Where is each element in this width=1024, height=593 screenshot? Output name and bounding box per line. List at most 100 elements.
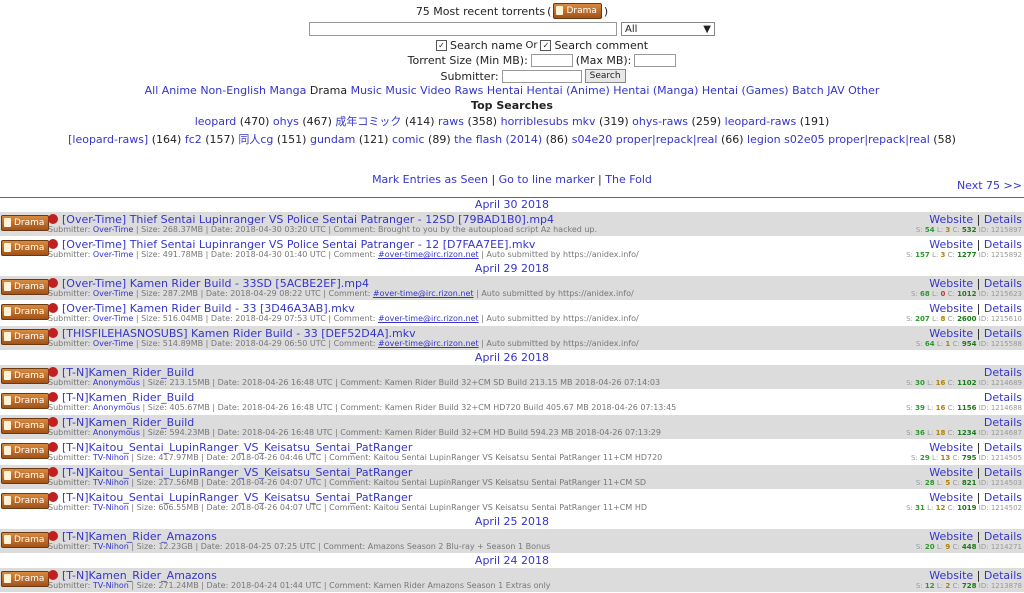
website-link[interactable]: Website — [929, 491, 973, 504]
fold-link[interactable]: The Fold — [605, 173, 652, 186]
details-link[interactable]: Details — [984, 416, 1022, 429]
website-link[interactable]: Website — [929, 530, 973, 543]
top-search-term[interactable]: horriblesubs mkv — [501, 115, 596, 128]
submitter-link[interactable]: TV-Nihon — [93, 453, 129, 462]
details-link[interactable]: Details — [984, 277, 1022, 290]
size-label: Size: — [141, 225, 161, 234]
submitter-input[interactable] — [501, 69, 582, 83]
comment-link[interactable]: #over-time@irc.rizon.net — [378, 339, 479, 348]
top-search-term[interactable]: raws — [438, 115, 464, 128]
category-link[interactable]: Hentai — [487, 84, 523, 97]
submitter-link[interactable]: Anonymous — [93, 378, 140, 387]
comment-link[interactable]: #over-time@irc.rizon.net — [378, 314, 479, 323]
website-link[interactable]: Website — [929, 277, 973, 290]
min-size-input[interactable] — [530, 54, 573, 67]
size-value: 405.67MB — [169, 403, 210, 412]
drama-category-badge[interactable]: Drama — [1, 468, 50, 484]
top-search-term[interactable]: comic — [392, 133, 425, 146]
drama-category-badge[interactable]: Drama — [1, 279, 50, 295]
drama-category-badge[interactable]: Drama — [1, 443, 50, 459]
submitter-link[interactable]: TV-Nihon — [93, 478, 129, 487]
search-name-checkbox[interactable]: ✓ — [435, 39, 447, 51]
top-search-count: (414) — [404, 115, 435, 128]
max-size-input[interactable] — [634, 54, 677, 67]
submitter-label: Submitter: — [48, 453, 93, 462]
category-link[interactable]: Manga — [269, 84, 306, 97]
website-link[interactable]: Website — [929, 302, 973, 315]
website-link[interactable]: Website — [929, 569, 973, 582]
top-search-term[interactable]: leopard — [195, 115, 237, 128]
submitter-link[interactable]: TV-Nihon — [93, 542, 129, 551]
category-link[interactable]: Hentai (Anime) — [527, 84, 610, 97]
drama-category-badge[interactable]: Drama — [553, 3, 602, 19]
drama-category-badge[interactable]: Drama — [1, 418, 50, 434]
top-search-term[interactable]: gundam — [310, 133, 355, 146]
submitter-link[interactable]: Anonymous — [93, 403, 140, 412]
top-search-term[interactable]: legion s02e05 proper|repack|real — [747, 133, 930, 146]
category-link[interactable]: JAV — [827, 84, 844, 97]
search-input[interactable] — [309, 22, 617, 36]
website-link[interactable]: Website — [929, 238, 973, 251]
top-search-term[interactable]: [leopard-raws] — [68, 133, 148, 146]
next-page-link[interactable]: Next 75 >> — [957, 179, 1022, 192]
comment-link[interactable]: #over-time@irc.rizon.net — [373, 289, 474, 298]
search-button[interactable]: Search — [584, 69, 626, 83]
comment-link[interactable]: #over-time@irc.rizon.net — [378, 250, 479, 259]
top-search-term[interactable]: ohys — [273, 115, 299, 128]
torrent-meta: Submitter: TV-Nihon | Size: 217.56MB | D… — [48, 478, 647, 487]
details-link[interactable]: Details — [984, 569, 1022, 582]
submitter-link[interactable]: Anonymous — [93, 428, 140, 437]
top-search-term[interactable]: 成年コミック — [335, 115, 401, 128]
category-select[interactable]: All ▼ — [621, 22, 715, 36]
drama-category-badge[interactable]: Drama — [1, 571, 50, 587]
details-link[interactable]: Details — [984, 441, 1022, 454]
top-search-term[interactable]: ohys-raws — [632, 115, 688, 128]
website-link[interactable]: Website — [929, 327, 973, 340]
drama-category-badge[interactable]: Drama — [1, 393, 50, 409]
top-search-term[interactable]: 同人cg — [238, 133, 273, 146]
website-link[interactable]: Website — [929, 441, 973, 454]
submitter-link[interactable]: TV-Nihon — [93, 581, 129, 590]
drama-category-badge[interactable]: Drama — [1, 215, 50, 231]
website-link[interactable]: Website — [929, 213, 973, 226]
details-link[interactable]: Details — [984, 391, 1022, 404]
details-link[interactable]: Details — [984, 366, 1022, 379]
mark-seen-link[interactable]: Mark Entries as Seen — [372, 173, 488, 186]
category-link[interactable]: All Anime — [145, 84, 197, 97]
category-link[interactable]: Raws — [455, 84, 484, 97]
category-link[interactable]: Non-English — [200, 84, 266, 97]
submitter-link[interactable]: Over-Time — [93, 339, 133, 348]
details-link[interactable]: Details — [984, 466, 1022, 479]
top-search-term[interactable]: leopard-raws — [725, 115, 797, 128]
details-link[interactable]: Details — [984, 238, 1022, 251]
submitter-link[interactable]: Over-Time — [93, 314, 133, 323]
top-search-count: (319) — [599, 115, 629, 128]
drama-category-badge[interactable]: Drama — [1, 532, 50, 548]
search-comment-checkbox[interactable]: ✓ — [540, 39, 552, 51]
details-link[interactable]: Details — [984, 491, 1022, 504]
category-link[interactable]: Batch — [792, 84, 824, 97]
goto-marker-link[interactable]: Go to line marker — [499, 173, 595, 186]
category-link[interactable]: Hentai (Manga) — [613, 84, 698, 97]
submitter-link[interactable]: Over-Time — [93, 250, 133, 259]
drama-category-badge[interactable]: Drama — [1, 304, 50, 320]
drama-category-badge[interactable]: Drama — [1, 329, 50, 345]
category-link[interactable]: Music — [351, 84, 382, 97]
category-link[interactable]: Hentai (Games) — [702, 84, 789, 97]
category-link[interactable]: Music Video — [385, 84, 451, 97]
details-link[interactable]: Details — [984, 213, 1022, 226]
drama-category-badge[interactable]: Drama — [1, 368, 50, 384]
submitter-link[interactable]: Over-Time — [93, 289, 133, 298]
top-search-term[interactable]: the flash (2014) — [454, 133, 542, 146]
details-link[interactable]: Details — [984, 327, 1022, 340]
submitter-link[interactable]: TV-Nihon — [93, 503, 129, 512]
top-search-term[interactable]: fc2 — [185, 133, 202, 146]
submitter-link[interactable]: Over-Time — [93, 225, 133, 234]
details-link[interactable]: Details — [984, 302, 1022, 315]
drama-category-badge[interactable]: Drama — [1, 493, 50, 509]
top-search-term[interactable]: s04e20 proper|repack|real — [572, 133, 718, 146]
details-link[interactable]: Details — [984, 530, 1022, 543]
website-link[interactable]: Website — [929, 466, 973, 479]
category-link[interactable]: Other — [848, 84, 879, 97]
drama-category-badge[interactable]: Drama — [1, 240, 50, 256]
